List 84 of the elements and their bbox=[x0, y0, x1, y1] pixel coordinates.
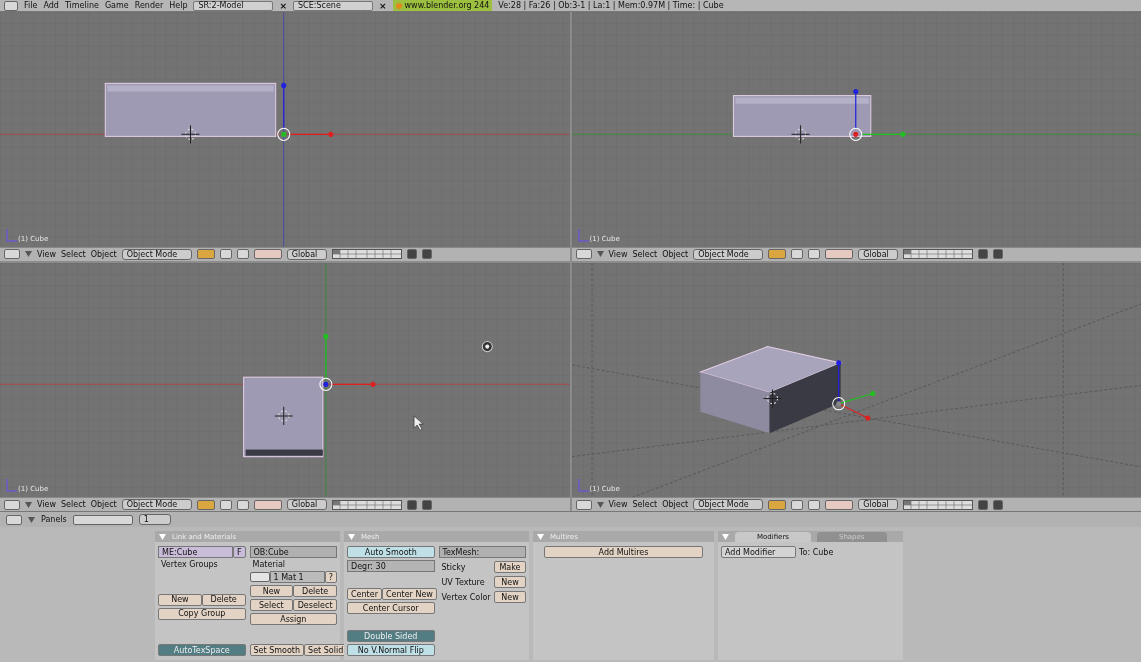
degree-field[interactable]: Degr: 30 bbox=[347, 560, 435, 572]
menu-item[interactable]: Object bbox=[90, 500, 117, 509]
menu-item[interactable]: File bbox=[24, 1, 38, 10]
menu-item[interactable]: Timeline bbox=[64, 1, 99, 10]
object-name-field[interactable]: OB:Cube bbox=[249, 546, 337, 558]
menu-item[interactable]: Select bbox=[632, 249, 658, 259]
copy-group-button[interactable]: Copy Group bbox=[158, 607, 246, 620]
menu-item[interactable]: Game bbox=[104, 1, 129, 10]
axis-gizmo-icon bbox=[576, 479, 589, 493]
shading-button[interactable]: Set Smooth bbox=[249, 644, 305, 656]
texmesh-field[interactable]: TexMesh: bbox=[438, 546, 526, 558]
layer-buttons[interactable] bbox=[903, 249, 974, 259]
collapse-icon[interactable] bbox=[537, 533, 544, 540]
version-label: www.blender.org 244 bbox=[392, 0, 493, 11]
mesh-toggle[interactable]: Double Sided bbox=[347, 630, 435, 642]
menu-item[interactable]: Panels bbox=[41, 515, 67, 524]
mode-dropdown[interactable]: Object Mode bbox=[121, 499, 192, 510]
section-label: Vertex Groups bbox=[160, 560, 219, 569]
mesh-toggle[interactable]: No V.Normal Flip bbox=[347, 644, 435, 656]
menu-item[interactable]: Object bbox=[662, 500, 689, 509]
center-button[interactable]: Center bbox=[347, 588, 382, 600]
menu-item[interactable]: View bbox=[608, 500, 628, 509]
menu-item[interactable]: Object bbox=[90, 249, 117, 259]
material-color-swatch bbox=[249, 572, 270, 582]
center-button[interactable]: Center New bbox=[381, 588, 437, 600]
material-button[interactable]: Delete bbox=[293, 585, 337, 597]
row-label: Sticky bbox=[440, 562, 467, 572]
axis-gizmo-icon bbox=[5, 228, 17, 243]
scene-field[interactable]: SCE:Scene bbox=[293, 0, 373, 11]
layer-buttons[interactable] bbox=[903, 499, 974, 510]
auto-smooth-toggle[interactable]: Auto Smooth bbox=[347, 546, 435, 558]
row-label: Vertex Color bbox=[440, 592, 492, 602]
collapse-icon[interactable] bbox=[159, 533, 166, 540]
close-button[interactable]: × bbox=[279, 0, 287, 11]
collapse-icon[interactable] bbox=[596, 251, 604, 257]
orientation-dropdown[interactable]: Global bbox=[286, 499, 327, 510]
collapse-icon[interactable] bbox=[25, 501, 32, 508]
mode-dropdown[interactable]: Object Mode bbox=[121, 248, 192, 260]
mode-dropdown[interactable]: Object Mode bbox=[693, 499, 764, 510]
row-label: UV Texture bbox=[440, 577, 486, 587]
collapse-icon[interactable] bbox=[25, 251, 32, 257]
autotexspace-toggle[interactable]: AutoTexSpace bbox=[158, 644, 246, 656]
mesh-name-field[interactable]: ME:Cube bbox=[158, 546, 233, 558]
modifier-target-label: To: Cube bbox=[798, 547, 835, 557]
layer-buttons[interactable] bbox=[331, 499, 402, 510]
menu-item[interactable]: Add bbox=[43, 1, 59, 10]
row-button[interactable]: Make bbox=[494, 561, 526, 573]
add-modifier-button[interactable]: Add Modifier bbox=[721, 546, 796, 558]
axis-gizmo-icon bbox=[576, 228, 589, 243]
orientation-dropdown[interactable]: Global bbox=[858, 248, 899, 260]
collapse-icon[interactable] bbox=[28, 516, 35, 523]
scene-stats: Ve:28 | Fa:26 | Ob:3-1 | La:1 | Mem:0.97M | Time: | Cube bbox=[498, 1, 724, 10]
vertex-group-button[interactable]: New bbox=[158, 593, 202, 606]
layer-buttons[interactable] bbox=[331, 249, 402, 259]
row-button[interactable]: New bbox=[494, 576, 526, 588]
menu-item[interactable]: View bbox=[608, 249, 628, 259]
menu-item[interactable]: Help bbox=[169, 1, 188, 10]
collapse-icon[interactable] bbox=[722, 533, 729, 540]
axis-gizmo-icon bbox=[5, 479, 17, 493]
collapse-icon[interactable] bbox=[348, 533, 355, 540]
frame-field[interactable]: 1 bbox=[138, 514, 171, 525]
material-button[interactable]: New bbox=[249, 585, 294, 597]
section-label: Material bbox=[251, 560, 286, 569]
center-cursor-button[interactable]: Center Cursor bbox=[347, 602, 435, 614]
screen-field[interactable]: SR:2-Model bbox=[193, 0, 274, 11]
material-button[interactable]: Deselect bbox=[293, 599, 337, 611]
orientation-dropdown[interactable]: Global bbox=[286, 248, 327, 260]
close-button[interactable]: × bbox=[379, 0, 387, 11]
menu-item[interactable]: View bbox=[37, 249, 56, 259]
material-button[interactable]: Select bbox=[249, 599, 294, 611]
menu-item[interactable]: Render bbox=[134, 1, 164, 10]
add-multires-button[interactable]: Add Multires bbox=[544, 546, 703, 558]
collapse-icon[interactable] bbox=[596, 501, 604, 508]
orientation-dropdown[interactable]: Global bbox=[858, 499, 899, 510]
assign-button[interactable]: Assign bbox=[249, 613, 337, 625]
vertex-group-button[interactable]: Delete bbox=[201, 593, 246, 606]
menu-item[interactable]: Select bbox=[632, 500, 658, 509]
row-button[interactable]: New bbox=[494, 591, 526, 603]
menu-item[interactable]: Object bbox=[662, 249, 689, 259]
menu-item[interactable]: Select bbox=[61, 500, 86, 509]
menu-item[interactable]: View bbox=[37, 500, 56, 509]
menu-item[interactable]: Select bbox=[61, 249, 86, 259]
mode-dropdown[interactable]: Object Mode bbox=[693, 248, 764, 260]
material-selector[interactable]: 1 Mat 1 bbox=[269, 571, 325, 583]
